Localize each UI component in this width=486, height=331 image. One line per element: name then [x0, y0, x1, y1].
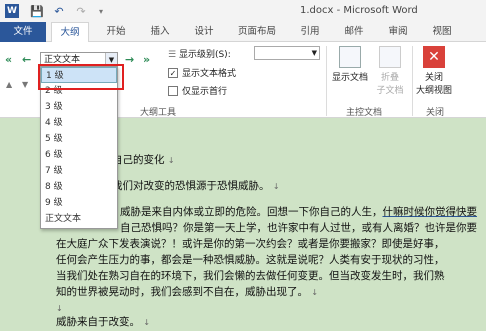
- undo-icon[interactable]: ↶: [52, 4, 66, 18]
- tab-view[interactable]: 视图: [426, 22, 458, 42]
- move-down-icon[interactable]: ▼: [22, 80, 28, 89]
- show-first-line-label: 仅显示首行: [182, 87, 228, 97]
- customize-quick-access-icon[interactable]: ▾: [94, 4, 108, 18]
- doc-line[interactable]: 自己的变化 ↓: [112, 152, 175, 169]
- highlight-annotation-box: [38, 64, 124, 90]
- outline-level-dropdown: 1 级 2 级 3 级 4 级 5 级 6 级 7 级 8 级 9 级 正文文本: [40, 66, 118, 229]
- group-outline-tools-label: 大纲工具: [140, 108, 177, 118]
- tab-review[interactable]: 审阅: [382, 22, 414, 42]
- dropdown-item-level-3[interactable]: 3 级: [41, 99, 117, 115]
- doc-line-text-extra: 有人离婚？也许是你要: [372, 222, 477, 234]
- dropdown-item-level-9[interactable]: 9 级: [41, 195, 117, 211]
- doc-line[interactable]: 在大庭广众下发表演说？！或许是你的第一次约会？或者是你要搬家？即使是好事，: [56, 236, 445, 252]
- show-text-format-label: 显示文本格式: [182, 69, 237, 79]
- tab-design[interactable]: 设计: [188, 22, 220, 42]
- doc-line[interactable]: 威胁是来自内体或立即的危险。回想一下你自己的人生，什嘛时候你觉得快要: [120, 204, 477, 220]
- demote-icon[interactable]: →: [125, 53, 134, 66]
- paragraph-mark-icon: ↓: [56, 304, 63, 313]
- close-outline-label-1: 关闭: [424, 73, 443, 83]
- doc-line-text: 我们对改变的恐惧源于恐惧威胁。: [112, 180, 270, 192]
- chevron-down-icon[interactable]: ▼: [312, 47, 317, 59]
- collapse-subdocuments-button[interactable]: 折叠 子文档: [372, 46, 408, 96]
- show-first-line-checkbox[interactable]: [168, 85, 178, 96]
- window-title: 1.docx - Microsoft Word: [300, 5, 418, 16]
- close-icon: ✕: [423, 46, 445, 68]
- doc-line[interactable]: 任何会产生压力的事，都会是一种恐惧威胁。这就是说呢？人类有安于现状的习性，: [56, 252, 445, 268]
- dropdown-item-body-text[interactable]: 正文文本: [41, 211, 117, 227]
- paragraph-mark-icon: ↓: [143, 318, 151, 327]
- doc-line[interactable]: 知的世界被晃动时，我们会感到不自在，威胁出现了。 ↓: [56, 284, 318, 301]
- tab-page-layout[interactable]: 页面布局: [232, 22, 282, 42]
- dropdown-item-level-5[interactable]: 5 级: [41, 131, 117, 147]
- group-close-label: 关闭: [426, 108, 445, 118]
- show-document-icon: [339, 46, 361, 68]
- tab-home[interactable]: 开始: [100, 22, 132, 42]
- show-text-format-option[interactable]: ✓ 显示文本格式: [168, 66, 236, 79]
- close-outline-label-2: 大纲视图: [415, 86, 452, 96]
- show-document-label: 显示文档: [331, 73, 368, 83]
- show-text-format-checkbox[interactable]: ✓: [168, 67, 178, 78]
- paragraph-mark-icon: ↓: [272, 182, 280, 191]
- collapse-subdocs-label-2: 子文档: [376, 86, 404, 96]
- tab-insert[interactable]: 插入: [144, 22, 176, 42]
- show-level-icon: ☰: [168, 50, 177, 60]
- dropdown-item-level-7[interactable]: 7 级: [41, 163, 117, 179]
- promote-icon[interactable]: ←: [22, 53, 31, 66]
- dropdown-item-level-8[interactable]: 8 级: [41, 179, 117, 195]
- move-up-icon[interactable]: ▲: [6, 80, 12, 89]
- doc-line[interactable]: 当我们处在熟习自在的环境下，我们会懒的去做任何变更。但当改变发生时，我们熟: [56, 268, 445, 284]
- redo-icon[interactable]: ↷: [74, 4, 88, 18]
- collapse-subdocuments-icon: [379, 46, 401, 68]
- doc-line-text: 威胁来自于改变。: [56, 316, 140, 328]
- doc-line[interactable]: 威胁来自于改变。 ↓: [56, 314, 150, 331]
- doc-line-text: 自己的变化: [112, 154, 165, 166]
- group-separator: [412, 46, 413, 116]
- doc-line-text: 自己恐惧吗？你是第一天上学，也许家中有人过世，或: [120, 222, 372, 234]
- tab-file[interactable]: 文件: [0, 22, 46, 42]
- tab-references[interactable]: 引用: [294, 22, 326, 42]
- collapse-subdocs-label-1: 折叠: [380, 73, 399, 83]
- dropdown-item-level-6[interactable]: 6 级: [41, 147, 117, 163]
- show-level-label: ☰ 显示级别(S):: [168, 47, 231, 60]
- doc-line[interactable]: 我们对改变的恐惧源于恐惧威胁。 ↓: [112, 178, 280, 195]
- paragraph-mark-icon: ↓: [311, 288, 319, 297]
- word-app-icon[interactable]: W: [5, 4, 19, 18]
- tab-outline[interactable]: 大纲: [51, 22, 89, 43]
- title-bar: W 💾 ↶ ↷ ▾ 1.docx - Microsoft Word: [0, 0, 486, 22]
- doc-line-text-underlined: 什嘛时候你觉得快要: [382, 206, 478, 218]
- save-icon[interactable]: 💾: [30, 4, 44, 18]
- doc-line-text: 知的世界被晃动时，我们会感到不自在，威胁出现了。: [56, 286, 308, 298]
- doc-line-text: 威胁是来自内体或立即的危险。回想一下你自己的人生，: [120, 206, 383, 218]
- group-master-document-label: 主控文档: [346, 108, 383, 118]
- promote-to-heading1-icon[interactable]: «: [5, 53, 12, 66]
- demote-to-body-icon[interactable]: »: [143, 53, 150, 66]
- tab-mailings[interactable]: 邮件: [338, 22, 370, 42]
- show-level-text: 显示级别(S):: [178, 50, 231, 60]
- doc-line[interactable]: 自己恐惧吗？你是第一天上学，也许家中有人过世，或有人离婚？也许是你要: [120, 220, 477, 236]
- dropdown-item-level-4[interactable]: 4 级: [41, 115, 117, 131]
- group-separator: [326, 46, 327, 116]
- show-document-button[interactable]: 显示文档: [330, 46, 370, 83]
- close-outline-view-button[interactable]: ✕ 关闭 大纲视图: [414, 46, 454, 96]
- show-level-select[interactable]: ▼: [254, 46, 320, 60]
- show-first-line-option[interactable]: 仅显示首行: [168, 84, 227, 97]
- ribbon-tabs: 文件 大纲 开始 插入 设计 页面布局 引用 邮件 审阅 视图: [0, 22, 486, 43]
- paragraph-mark-icon: ↓: [167, 156, 175, 165]
